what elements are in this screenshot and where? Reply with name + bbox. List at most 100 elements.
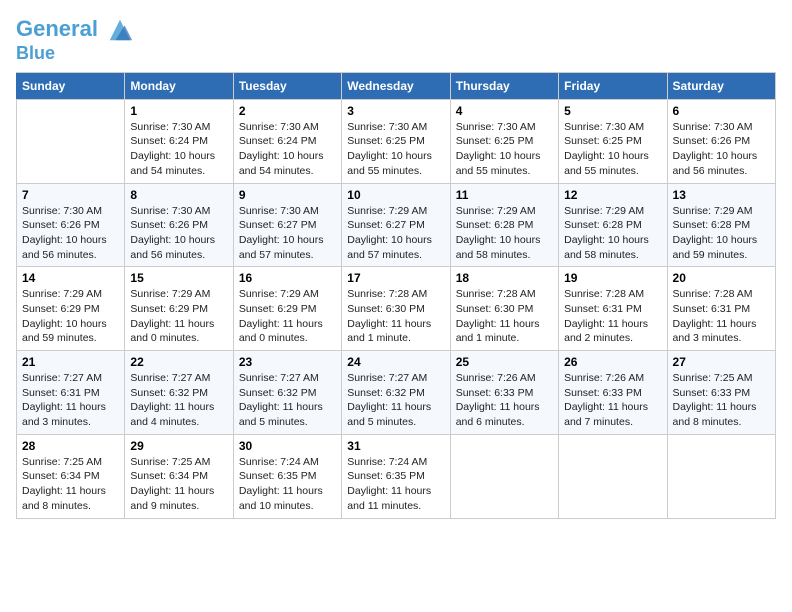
calendar-week-2: 7 Sunrise: 7:30 AMSunset: 6:26 PMDaylight… [17, 183, 776, 267]
calendar-cell: 6 Sunrise: 7:30 AMSunset: 6:26 PMDaylight… [667, 99, 775, 183]
column-header-wednesday: Wednesday [342, 72, 450, 99]
calendar-cell: 15 Sunrise: 7:29 AMSunset: 6:29 PMDayligh… [125, 267, 233, 351]
day-info: Sunrise: 7:29 AMSunset: 6:28 PMDaylight:… [456, 204, 553, 263]
calendar-cell: 17Sunrise: 7:28 AMSunset: 6:30 PMDayligh… [342, 267, 450, 351]
day-number: 18 [456, 271, 553, 285]
day-info: Sunrise: 7:30 AMSunset: 6:25 PMDaylight:… [564, 120, 661, 179]
day-info: Sunrise: 7:27 AMSunset: 6:32 PMDaylight:… [347, 371, 444, 430]
day-info: Sunrise: 7:29 AMSunset: 6:29 PMDaylight:… [130, 287, 227, 346]
day-info: Sunrise: 7:29 AMSunset: 6:28 PMDaylight:… [673, 204, 770, 263]
day-info: Sunrise: 7:30 AMSunset: 6:26 PMDaylight:… [673, 120, 770, 179]
day-info: Sunrise: 7:27 AMSunset: 6:32 PMDaylight:… [239, 371, 336, 430]
page-header: General Blue [16, 16, 776, 64]
day-number: 8 [130, 188, 227, 202]
day-number: 3 [347, 104, 444, 118]
day-info: Sunrise: 7:28 AMSunset: 6:30 PMDaylight:… [456, 287, 553, 346]
calendar-cell: 10 Sunrise: 7:29 AMSunset: 6:27 PMDayligh… [342, 183, 450, 267]
day-number: 6 [673, 104, 770, 118]
day-number: 1 [130, 104, 227, 118]
day-number: 10 [347, 188, 444, 202]
day-number: 16 [239, 271, 336, 285]
day-info: Sunrise: 7:27 AMSunset: 6:32 PMDaylight:… [130, 371, 227, 430]
calendar-cell: 28Sunrise: 7:25 AMSunset: 6:34 PMDayligh… [17, 434, 125, 518]
day-number: 19 [564, 271, 661, 285]
calendar-cell [450, 434, 558, 518]
day-info: Sunrise: 7:25 AMSunset: 6:34 PMDaylight:… [22, 455, 119, 514]
calendar-cell [17, 99, 125, 183]
day-info: Sunrise: 7:25 AMSunset: 6:33 PMDaylight:… [673, 371, 770, 430]
calendar-week-3: 14 Sunrise: 7:29 AMSunset: 6:29 PMDayligh… [17, 267, 776, 351]
calendar-cell: 30 Sunrise: 7:24 AMSunset: 6:35 PMDayligh… [233, 434, 341, 518]
column-header-thursday: Thursday [450, 72, 558, 99]
calendar-cell: 4 Sunrise: 7:30 AMSunset: 6:25 PMDaylight… [450, 99, 558, 183]
calendar-cell: 31Sunrise: 7:24 AMSunset: 6:35 PMDayligh… [342, 434, 450, 518]
column-header-friday: Friday [559, 72, 667, 99]
day-number: 15 [130, 271, 227, 285]
day-info: Sunrise: 7:29 AMSunset: 6:29 PMDaylight:… [22, 287, 119, 346]
calendar-week-5: 28Sunrise: 7:25 AMSunset: 6:34 PMDayligh… [17, 434, 776, 518]
logo-text: General [16, 16, 134, 44]
calendar-cell: 18 Sunrise: 7:28 AMSunset: 6:30 PMDayligh… [450, 267, 558, 351]
day-number: 13 [673, 188, 770, 202]
calendar-cell: 27 Sunrise: 7:25 AMSunset: 6:33 PMDayligh… [667, 351, 775, 435]
logo: General Blue [16, 16, 134, 64]
calendar-cell: 20Sunrise: 7:28 AMSunset: 6:31 PMDayligh… [667, 267, 775, 351]
calendar-cell [559, 434, 667, 518]
day-info: Sunrise: 7:24 AMSunset: 6:35 PMDaylight:… [239, 455, 336, 514]
calendar-cell [667, 434, 775, 518]
calendar-cell: 5 Sunrise: 7:30 AMSunset: 6:25 PMDaylight… [559, 99, 667, 183]
day-info: Sunrise: 7:28 AMSunset: 6:31 PMDaylight:… [564, 287, 661, 346]
calendar-cell: 16 Sunrise: 7:29 AMSunset: 6:29 PMDayligh… [233, 267, 341, 351]
day-info: Sunrise: 7:30 AMSunset: 6:24 PMDaylight:… [239, 120, 336, 179]
calendar-cell: 11Sunrise: 7:29 AMSunset: 6:28 PMDayligh… [450, 183, 558, 267]
calendar-cell: 3 Sunrise: 7:30 AMSunset: 6:25 PMDaylight… [342, 99, 450, 183]
calendar-cell: 25Sunrise: 7:26 AMSunset: 6:33 PMDayligh… [450, 351, 558, 435]
day-info: Sunrise: 7:25 AMSunset: 6:34 PMDaylight:… [130, 455, 227, 514]
day-number: 27 [673, 355, 770, 369]
calendar-cell: 2 Sunrise: 7:30 AMSunset: 6:24 PMDaylight… [233, 99, 341, 183]
day-info: Sunrise: 7:29 AMSunset: 6:29 PMDaylight:… [239, 287, 336, 346]
calendar-cell: 7 Sunrise: 7:30 AMSunset: 6:26 PMDaylight… [17, 183, 125, 267]
calendar-table: SundayMondayTuesdayWednesdayThursdayFrid… [16, 72, 776, 519]
logo-subtext: Blue [16, 44, 134, 64]
day-info: Sunrise: 7:30 AMSunset: 6:26 PMDaylight:… [130, 204, 227, 263]
calendar-cell: 9Sunrise: 7:30 AMSunset: 6:27 PMDaylight… [233, 183, 341, 267]
day-number: 22 [130, 355, 227, 369]
day-number: 5 [564, 104, 661, 118]
day-number: 26 [564, 355, 661, 369]
day-number: 9 [239, 188, 336, 202]
calendar-cell: 21Sunrise: 7:27 AMSunset: 6:31 PMDayligh… [17, 351, 125, 435]
day-number: 29 [130, 439, 227, 453]
calendar-cell: 23Sunrise: 7:27 AMSunset: 6:32 PMDayligh… [233, 351, 341, 435]
day-number: 30 [239, 439, 336, 453]
day-info: Sunrise: 7:29 AMSunset: 6:27 PMDaylight:… [347, 204, 444, 263]
calendar-cell: 19 Sunrise: 7:28 AMSunset: 6:31 PMDayligh… [559, 267, 667, 351]
day-number: 17 [347, 271, 444, 285]
day-number: 21 [22, 355, 119, 369]
day-info: Sunrise: 7:30 AMSunset: 6:25 PMDaylight:… [456, 120, 553, 179]
day-number: 14 [22, 271, 119, 285]
column-header-saturday: Saturday [667, 72, 775, 99]
calendar-cell: 8 Sunrise: 7:30 AMSunset: 6:26 PMDaylight… [125, 183, 233, 267]
day-number: 2 [239, 104, 336, 118]
calendar-cell: 24 Sunrise: 7:27 AMSunset: 6:32 PMDayligh… [342, 351, 450, 435]
day-info: Sunrise: 7:26 AMSunset: 6:33 PMDaylight:… [564, 371, 661, 430]
calendar-cell: 1 Sunrise: 7:30 AMSunset: 6:24 PMDaylight… [125, 99, 233, 183]
day-info: Sunrise: 7:24 AMSunset: 6:35 PMDaylight:… [347, 455, 444, 514]
day-number: 24 [347, 355, 444, 369]
day-info: Sunrise: 7:30 AMSunset: 6:25 PMDaylight:… [347, 120, 444, 179]
column-header-sunday: Sunday [17, 72, 125, 99]
day-number: 4 [456, 104, 553, 118]
column-header-monday: Monday [125, 72, 233, 99]
day-info: Sunrise: 7:30 AMSunset: 6:26 PMDaylight:… [22, 204, 119, 263]
day-info: Sunrise: 7:30 AMSunset: 6:24 PMDaylight:… [130, 120, 227, 179]
calendar-header-row: SundayMondayTuesdayWednesdayThursdayFrid… [17, 72, 776, 99]
calendar-cell: 14 Sunrise: 7:29 AMSunset: 6:29 PMDayligh… [17, 267, 125, 351]
column-header-tuesday: Tuesday [233, 72, 341, 99]
day-info: Sunrise: 7:26 AMSunset: 6:33 PMDaylight:… [456, 371, 553, 430]
calendar-cell: 26 Sunrise: 7:26 AMSunset: 6:33 PMDayligh… [559, 351, 667, 435]
day-number: 7 [22, 188, 119, 202]
day-number: 20 [673, 271, 770, 285]
calendar-week-1: 1 Sunrise: 7:30 AMSunset: 6:24 PMDaylight… [17, 99, 776, 183]
calendar-cell: 29 Sunrise: 7:25 AMSunset: 6:34 PMDayligh… [125, 434, 233, 518]
